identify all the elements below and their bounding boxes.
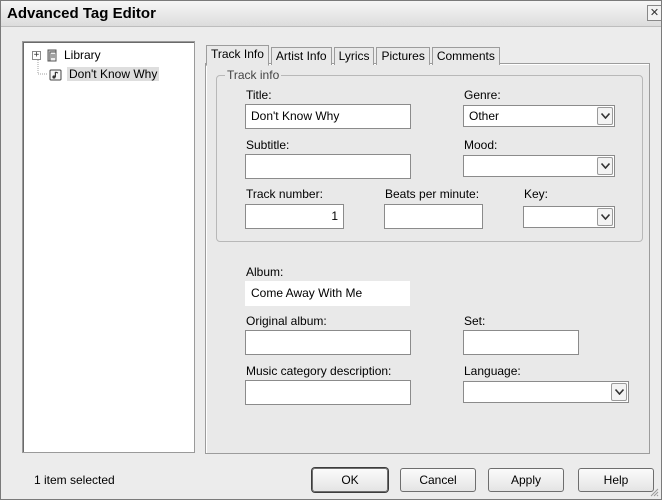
status-text: 1 item selected	[34, 473, 115, 487]
genre-value: Other	[469, 109, 500, 123]
language-select[interactable]	[463, 381, 629, 403]
title-bar: Advanced Tag Editor ✕	[1, 1, 661, 27]
expand-icon[interactable]: +	[32, 50, 41, 60]
bpm-label: Beats per minute:	[385, 187, 480, 201]
ok-button[interactable]: OK	[312, 468, 388, 492]
track-info-group-title: Track info	[225, 68, 282, 82]
mood-label: Mood:	[464, 138, 498, 152]
close-button[interactable]: ✕	[647, 5, 661, 21]
key-label: Key:	[524, 187, 549, 201]
music-category-label: Music category description:	[246, 364, 392, 378]
tree-item-dont-know-why[interactable]: Don't Know Why	[49, 66, 160, 82]
chevron-down-icon[interactable]	[611, 383, 627, 401]
mood-select[interactable]	[463, 155, 615, 177]
chevron-down-icon[interactable]	[597, 107, 613, 125]
key-select[interactable]	[523, 206, 615, 228]
subtitle-label: Subtitle:	[246, 138, 290, 152]
album-label: Album:	[246, 265, 284, 279]
close-icon: ✕	[649, 6, 660, 19]
tab-artist-info[interactable]: Artist Info	[270, 47, 332, 65]
genre-label: Genre:	[464, 88, 501, 102]
genre-select[interactable]: Other	[463, 105, 615, 127]
tab-lyrics[interactable]: Lyrics	[333, 47, 375, 65]
track-number-field[interactable]: 1	[245, 204, 344, 229]
title-label: Title:	[246, 88, 272, 102]
help-button[interactable]: Help	[578, 468, 654, 492]
track-number-label: Track number:	[246, 187, 323, 201]
tree-item-library[interactable]: + Library	[32, 47, 101, 63]
chevron-down-icon[interactable]	[597, 157, 613, 175]
original-album-field[interactable]	[245, 330, 411, 355]
tab-comments[interactable]: Comments	[431, 47, 500, 65]
tree-item-label: Library	[64, 48, 101, 62]
set-label: Set:	[464, 314, 486, 328]
tree-item-label: Don't Know Why	[67, 67, 160, 81]
tab-strip: Track Info Artist Info Lyrics Pictures C…	[206, 45, 502, 66]
tab-pictures[interactable]: Pictures	[376, 47, 430, 65]
bpm-field[interactable]	[384, 204, 483, 229]
original-album-label: Original album:	[246, 314, 327, 328]
music-category-field[interactable]	[245, 380, 411, 405]
chevron-down-icon[interactable]	[597, 208, 613, 226]
music-file-icon	[49, 69, 62, 80]
tab-track-info[interactable]: Track Info	[206, 45, 269, 66]
set-field[interactable]	[463, 330, 579, 355]
subtitle-field[interactable]	[245, 154, 411, 179]
resize-grip-icon[interactable]	[649, 487, 659, 497]
apply-button[interactable]: Apply	[488, 468, 564, 492]
language-label: Language:	[464, 364, 521, 378]
album-field[interactable]: Come Away With Me	[245, 281, 410, 306]
title-field[interactable]: Don't Know Why	[245, 104, 411, 129]
advanced-tag-editor-window: Advanced Tag Editor ✕ + Library Don't Kn…	[0, 0, 662, 500]
library-tree[interactable]: + Library Don't Know Why	[22, 41, 195, 453]
window-title: Advanced Tag Editor	[7, 5, 156, 22]
cancel-button[interactable]: Cancel	[400, 468, 476, 492]
library-icon	[47, 49, 57, 61]
